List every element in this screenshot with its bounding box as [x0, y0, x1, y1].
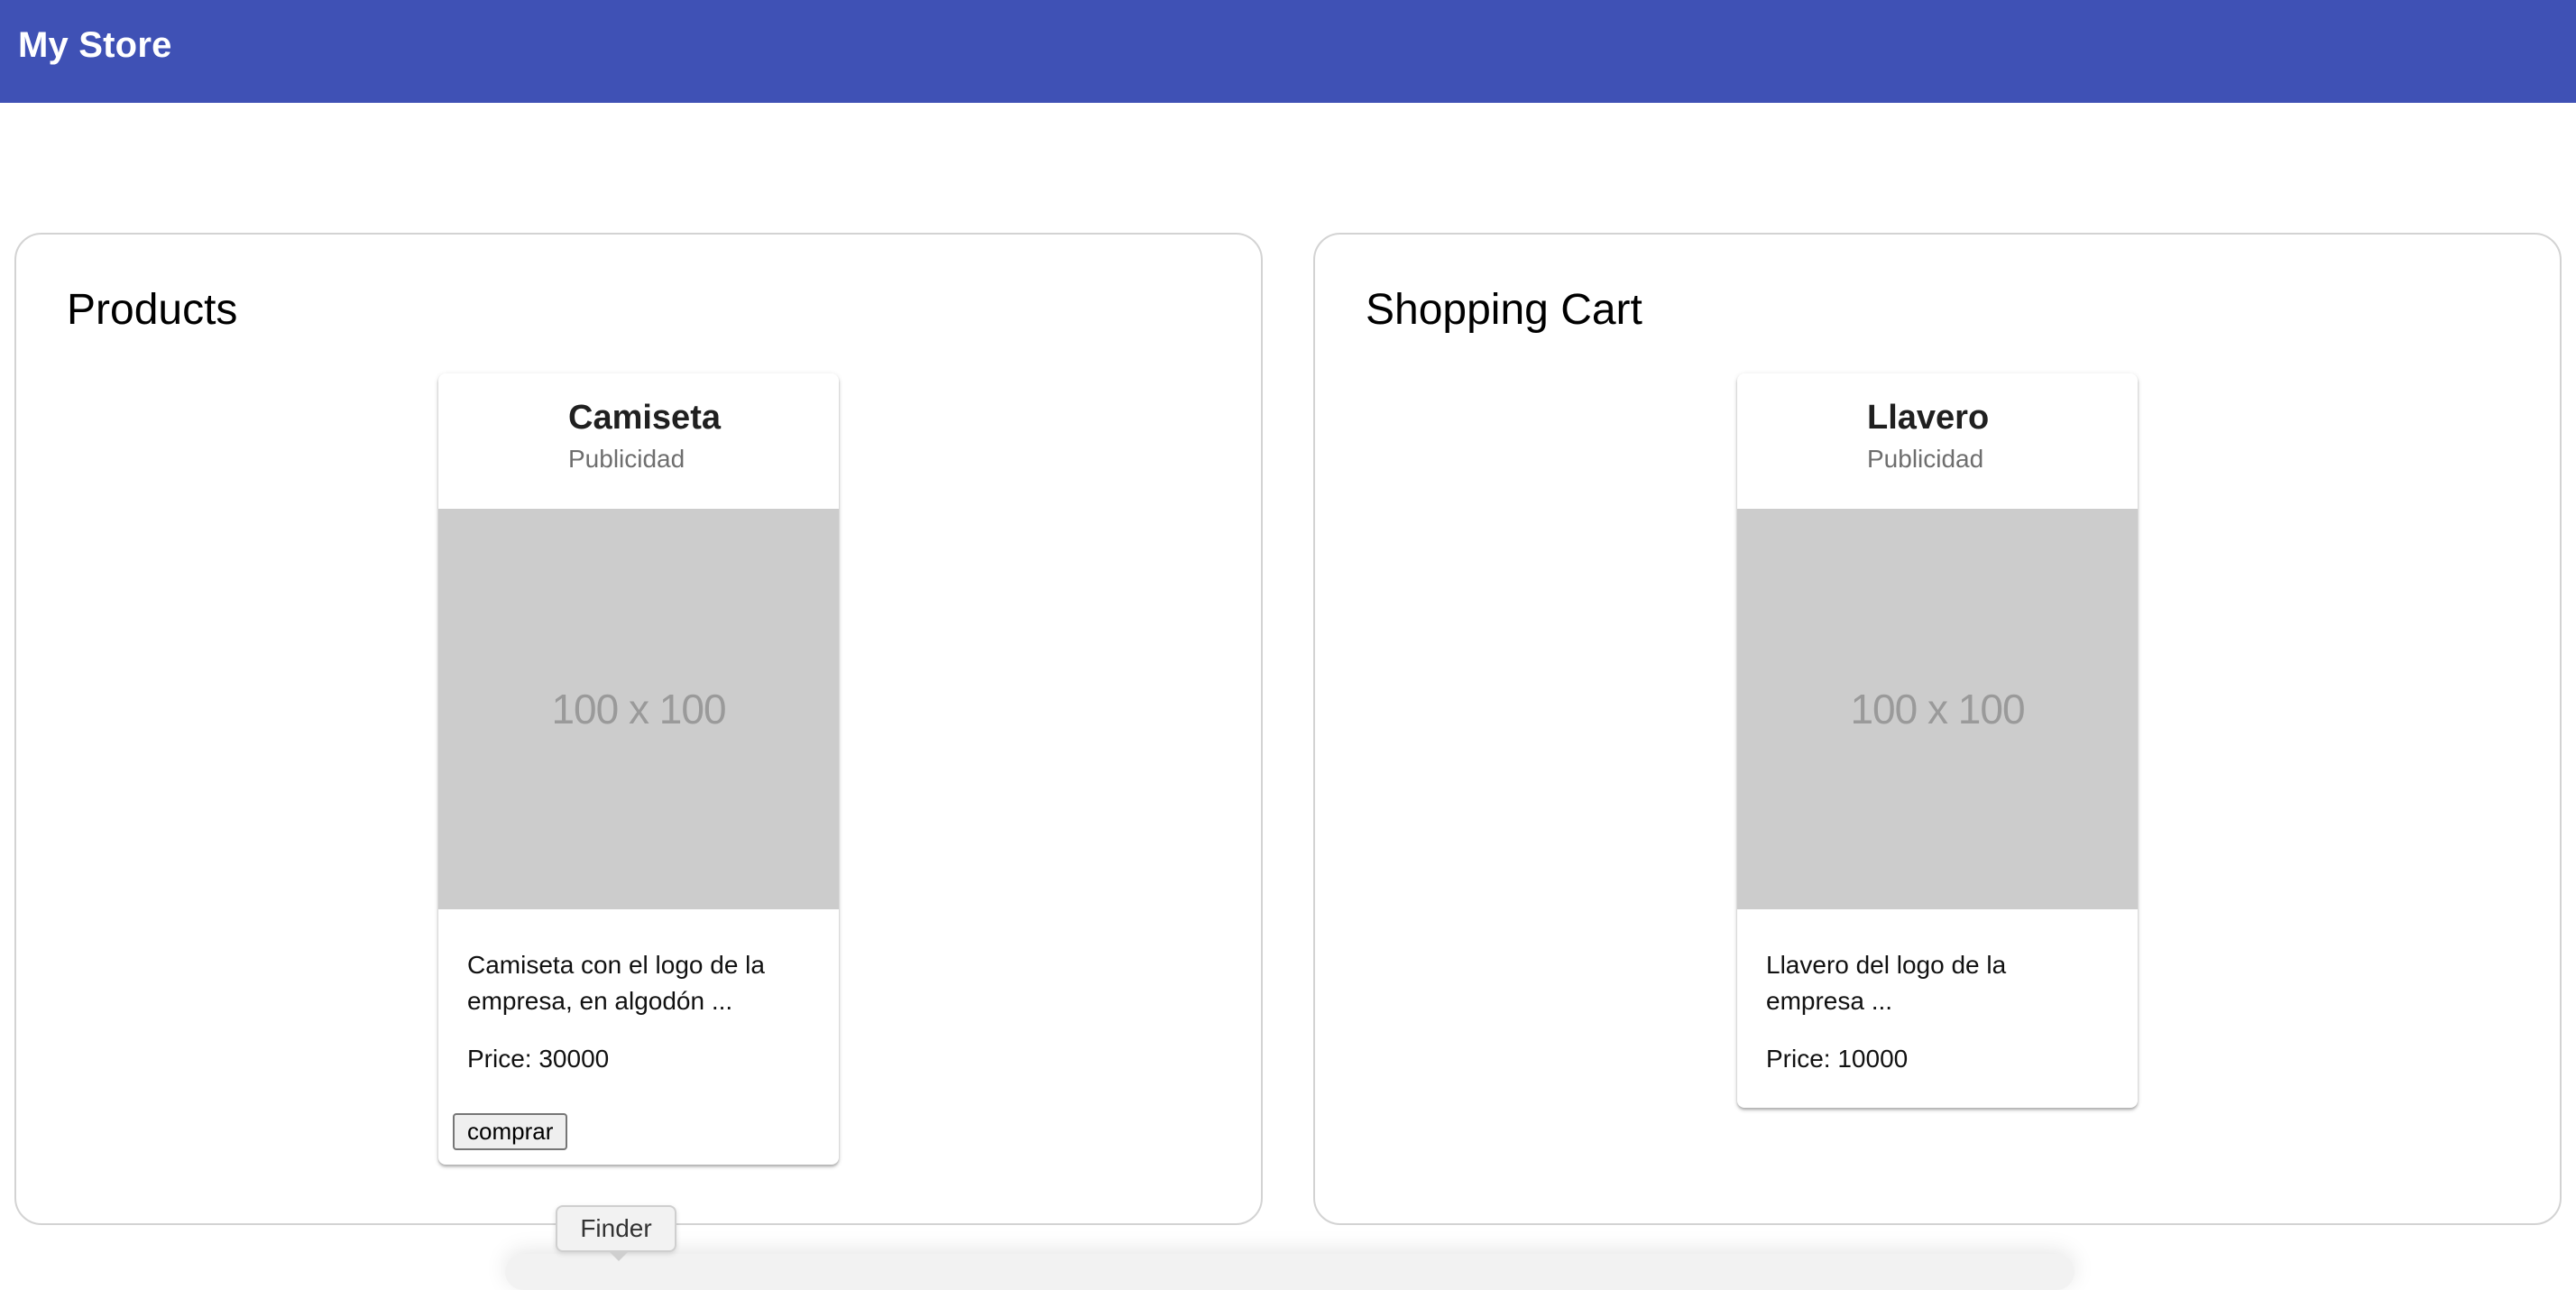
cart-item-category: Publicidad — [1867, 445, 1984, 473]
product-name: Camiseta — [568, 399, 721, 437]
cart-item-image: 100 x 100 — [1737, 509, 2138, 909]
shopping-cart-panel: Shopping Cart Llavero Publicidad 100 x 1… — [1313, 233, 2562, 1225]
product-price: Price: 30000 — [467, 1045, 610, 1073]
cart-item-header: Llavero Publicidad — [1737, 373, 2138, 509]
cart-item-card: Llavero Publicidad 100 x 100 Llavero del… — [1737, 373, 2138, 1108]
products-panel-title: Products — [67, 286, 238, 334]
buy-button[interactable]: comprar — [453, 1113, 568, 1150]
tooltip-arrow-icon — [608, 1250, 630, 1261]
product-card-content: Camiseta con el logo de la empresa, en a… — [438, 909, 839, 1077]
cart-item-name: Llavero — [1867, 399, 1990, 437]
product-image: 100 x 100 — [438, 509, 839, 909]
finder-tooltip: Finder — [556, 1205, 676, 1252]
product-card-header: Camiseta Publicidad — [438, 373, 839, 509]
product-image-placeholder-label: 100 x 100 — [551, 686, 726, 733]
cart-item-image-placeholder-label: 100 x 100 — [1850, 686, 2025, 733]
product-description: Camiseta con el logo de la empresa, en a… — [467, 951, 765, 1015]
app-title: My Store — [18, 24, 172, 65]
shopping-cart-title: Shopping Cart — [1366, 286, 1642, 334]
dock-edge[interactable] — [505, 1254, 2075, 1290]
product-card-actions: comprar — [438, 1077, 839, 1165]
products-panel: Products Camiseta Publicidad 100 x 100 C… — [14, 233, 1263, 1225]
cart-item-content: Llavero del logo de la empresa ... Price… — [1737, 909, 2138, 1108]
product-card: Camiseta Publicidad 100 x 100 Camiseta c… — [438, 373, 839, 1165]
product-category: Publicidad — [568, 445, 685, 473]
cart-item-price: Price: 10000 — [1766, 1045, 1909, 1073]
top-toolbar: My Store — [0, 0, 2576, 103]
cart-item-description: Llavero del logo de la empresa ... — [1766, 951, 2007, 1015]
